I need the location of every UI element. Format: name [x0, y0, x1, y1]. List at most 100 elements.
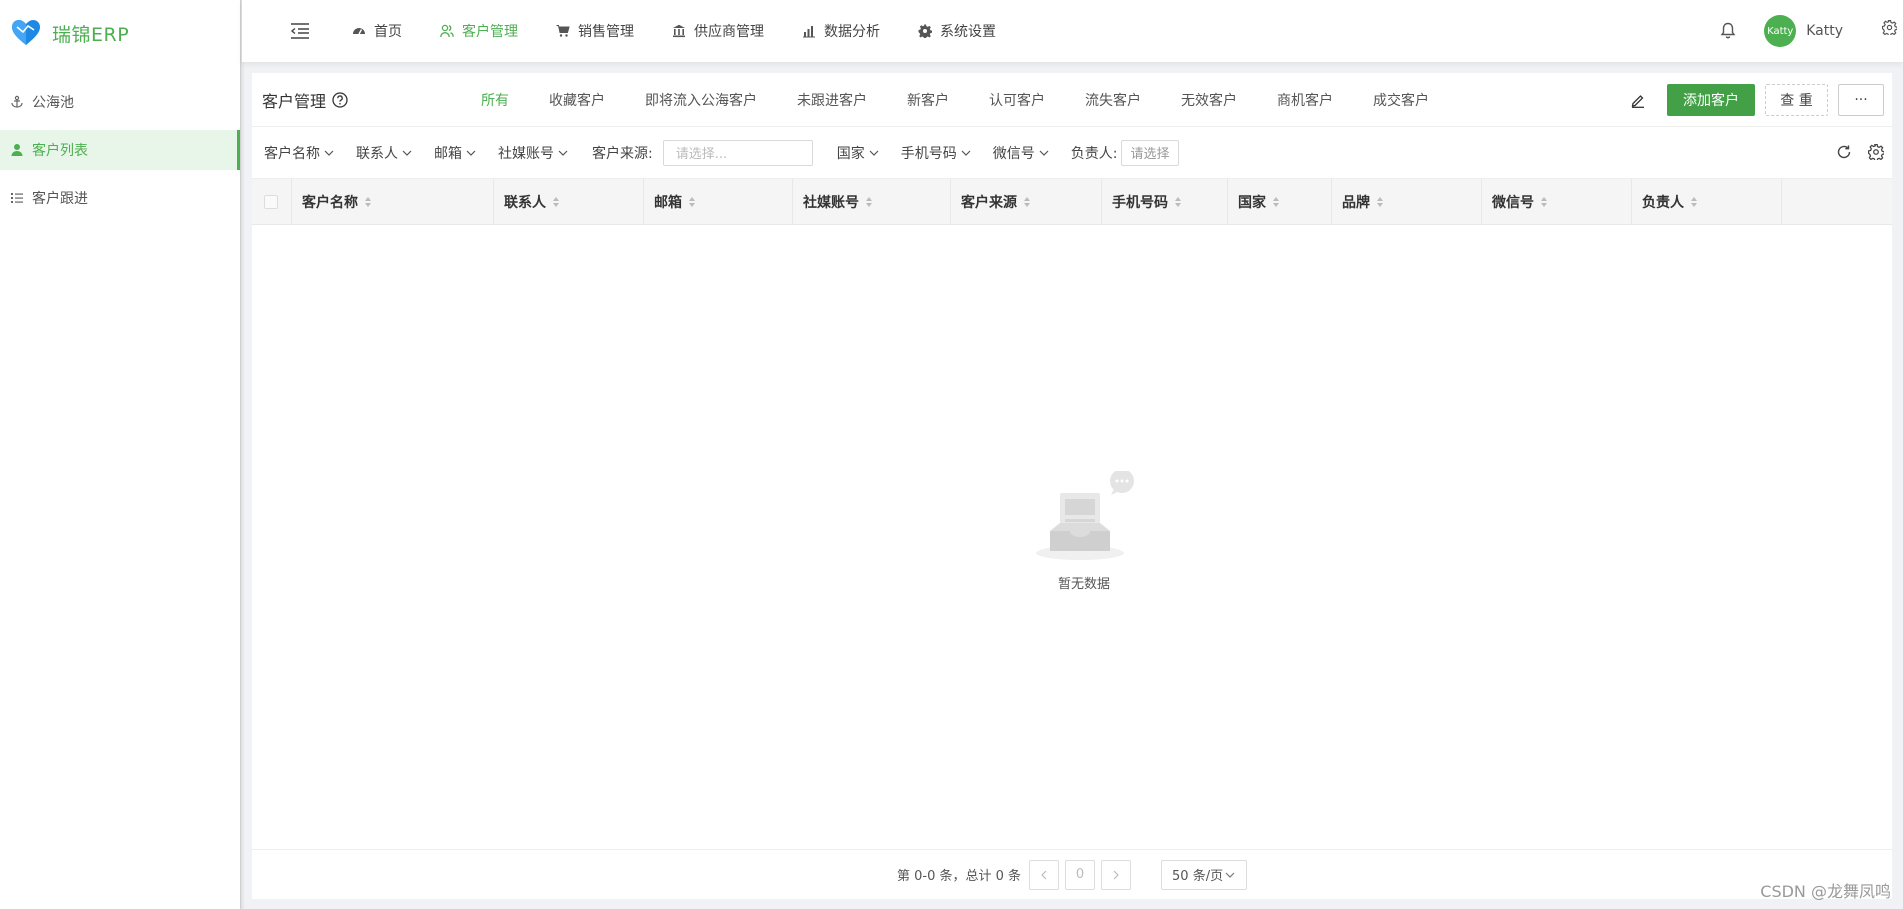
sidebar: 瑞锦ERP 公海池 客户列表 客户跟进	[0, 0, 245, 909]
nav-system-settings[interactable]: 系统设置	[918, 21, 996, 41]
pagination-total: 第 0-0 条，总计 0 条	[896, 869, 1022, 884]
help-icon[interactable]	[332, 91, 348, 108]
refresh-icon[interactable]	[1836, 144, 1852, 160]
empty-state: 暂无数据	[1029, 471, 1139, 592]
page-size-select[interactable]: 50 条/页	[1161, 859, 1248, 890]
avatar[interactable]: Katty	[1764, 15, 1797, 47]
source-label: 客户来源:	[592, 145, 653, 162]
column-label: 社媒账号	[803, 194, 859, 211]
filter-email[interactable]: 邮箱	[434, 143, 476, 163]
column-header-social-account[interactable]: 社媒账号	[793, 178, 951, 225]
nav-data-analysis-label: 数据分析	[824, 24, 880, 40]
current-page[interactable]: 0	[1065, 859, 1096, 890]
sort-icon	[365, 196, 371, 207]
chevron-down-icon	[869, 150, 879, 156]
sort-icon	[1377, 196, 1383, 207]
source-select[interactable]: 请选择...	[662, 139, 813, 166]
sidebar-item-customer-list[interactable]: 客户列表	[0, 130, 240, 170]
table-header: 客户名称 联系人 邮箱 社媒账号 客户来源 手机号码 国家 品牌 微信号 负责人	[252, 178, 1892, 225]
menu-fold-icon[interactable]	[288, 21, 312, 41]
settings-gear-icon[interactable]	[1882, 20, 1897, 35]
sidebar-item-label: 客户跟进	[32, 191, 88, 207]
check-duplicate-button[interactable]: 查 重	[1765, 84, 1828, 116]
sort-icon	[1691, 196, 1697, 207]
filter-customer-name[interactable]: 客户名称	[264, 143, 334, 163]
filter-country[interactable]: 国家	[837, 143, 879, 163]
tab-all[interactable]: 所有	[481, 90, 509, 110]
column-header-source[interactable]: 客户来源	[951, 178, 1102, 225]
page-size-value: 50 条/页	[1172, 869, 1224, 884]
gear-icon	[918, 24, 932, 38]
column-header-country[interactable]: 国家	[1228, 178, 1332, 225]
sort-icon	[1175, 196, 1181, 207]
pagination: 第 0-0 条，总计 0 条 0 50 条/页	[252, 849, 1892, 899]
tab-lost[interactable]: 流失客户	[1085, 90, 1141, 110]
chevron-down-icon	[324, 150, 334, 156]
sort-icon	[1273, 196, 1279, 207]
column-header-wechat[interactable]: 微信号	[1482, 178, 1632, 225]
filter-phone[interactable]: 手机号码	[901, 143, 971, 163]
nav-customer-management[interactable]: 客户管理	[440, 21, 518, 41]
owner-select[interactable]: 请选择	[1121, 139, 1180, 166]
nav-data-analysis[interactable]: 数据分析	[802, 21, 880, 41]
filter-label: 手机号码	[900, 145, 957, 162]
logo[interactable]: 瑞锦ERP	[0, 0, 240, 66]
nav-supplier-management-label: 供应商管理	[694, 24, 764, 40]
sidebar-item-public-pool[interactable]: 公海池	[0, 82, 240, 122]
bar-chart-icon	[803, 26, 815, 38]
owner-label: 负责人:	[1070, 145, 1118, 162]
bank-icon	[673, 24, 685, 38]
chevron-left-icon	[1041, 870, 1047, 879]
column-header-email[interactable]: 邮箱	[644, 178, 793, 225]
tab-invalid[interactable]: 无效客户	[1181, 90, 1237, 110]
customer-tabs: 所有 收藏客户 即将流入公海客户 未跟进客户 新客户 认可客户 流失客户 无效客…	[481, 73, 1469, 127]
sort-icon	[553, 196, 559, 207]
column-header-brand[interactable]: 品牌	[1332, 178, 1482, 225]
more-button[interactable]: ···	[1838, 84, 1884, 116]
bell-icon[interactable]	[1720, 22, 1736, 40]
username[interactable]: Katty	[1806, 23, 1843, 39]
sort-icon	[1024, 196, 1030, 207]
top-navigation: 首页 客户管理 销售管理 供应商管理 数据分析 系统设置 Katty Katty	[242, 0, 1903, 62]
filter-label: 邮箱	[434, 145, 462, 162]
prev-page-button[interactable]	[1029, 859, 1060, 890]
page-title: 客户管理	[262, 88, 348, 112]
tab-opportunity[interactable]: 商机客户	[1277, 90, 1333, 110]
filter-label: 社媒账号	[498, 145, 554, 162]
column-header-owner[interactable]: 负责人	[1632, 178, 1782, 225]
nav-sales-management[interactable]: 销售管理	[556, 21, 634, 41]
tab-new[interactable]: 新客户	[907, 90, 949, 110]
filter-social-account[interactable]: 社媒账号	[498, 143, 568, 163]
filter-label: 客户名称	[264, 145, 320, 162]
tab-favorites[interactable]: 收藏客户	[549, 90, 605, 110]
filter-contact[interactable]: 联系人	[356, 143, 412, 163]
next-page-button[interactable]	[1101, 859, 1132, 890]
chevron-down-icon	[961, 150, 971, 156]
select-all-checkbox[interactable]	[264, 194, 278, 209]
chevron-down-icon	[1225, 872, 1235, 878]
column-label: 联系人	[504, 194, 546, 211]
chevron-down-icon	[466, 150, 476, 156]
column-header-phone[interactable]: 手机号码	[1102, 178, 1228, 225]
filter-wechat[interactable]: 微信号	[993, 143, 1049, 163]
column-header-customer-name[interactable]: 客户名称	[292, 178, 494, 225]
nav-home[interactable]: 首页	[352, 21, 402, 41]
cart-icon	[556, 25, 570, 37]
chevron-right-icon	[1113, 870, 1119, 879]
column-settings-icon[interactable]	[1868, 144, 1884, 160]
tab-soon-public[interactable]: 即将流入公海客户	[645, 90, 757, 110]
filter-label: 微信号	[992, 145, 1035, 162]
tab-approved[interactable]: 认可客户	[989, 90, 1045, 110]
list-icon	[11, 193, 23, 203]
edit-icon[interactable]	[1630, 92, 1646, 108]
heart-logo-icon	[12, 20, 40, 45]
sidebar-item-label: 公海池	[32, 95, 74, 111]
tab-not-followed[interactable]: 未跟进客户	[797, 90, 867, 110]
nav-supplier-management[interactable]: 供应商管理	[672, 21, 764, 41]
column-label: 客户来源	[961, 194, 1017, 211]
column-label: 手机号码	[1112, 194, 1168, 211]
add-customer-button[interactable]: 添加客户	[1667, 84, 1755, 116]
tab-closed[interactable]: 成交客户	[1373, 90, 1429, 110]
sidebar-item-follow-up[interactable]: 客户跟进	[0, 178, 240, 218]
column-header-contact[interactable]: 联系人	[494, 178, 644, 225]
